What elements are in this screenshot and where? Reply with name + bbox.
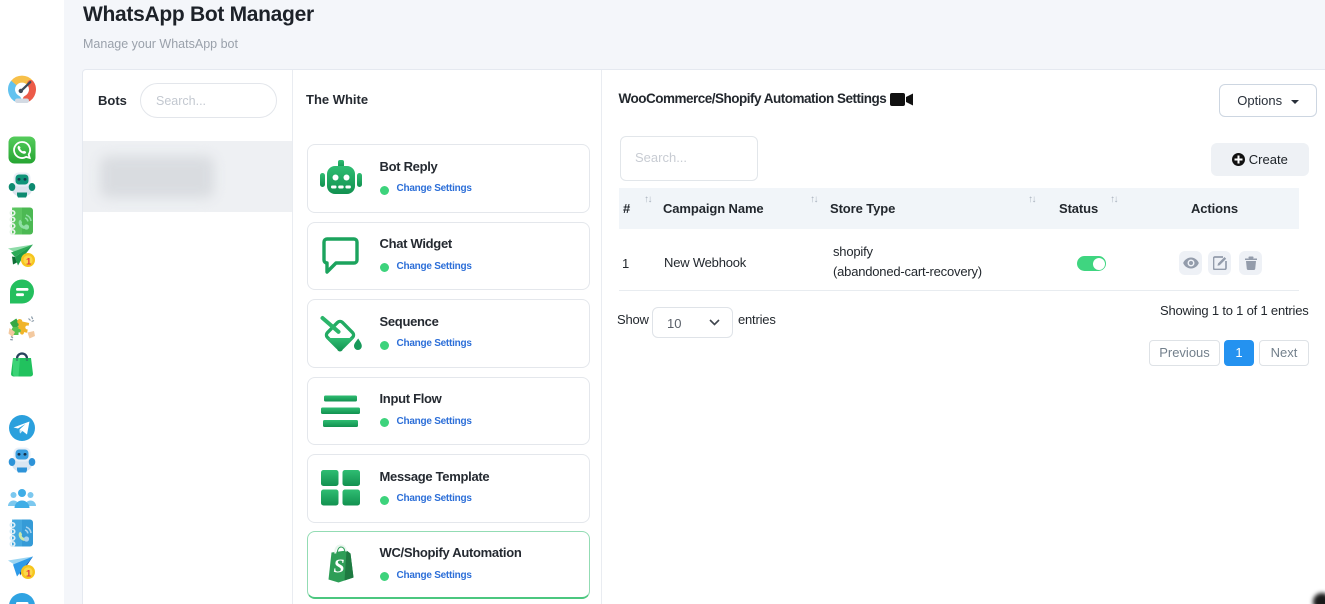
svg-text:1: 1 <box>26 257 32 268</box>
svg-text:1: 1 <box>26 569 32 580</box>
svg-text:S: S <box>333 556 344 578</box>
